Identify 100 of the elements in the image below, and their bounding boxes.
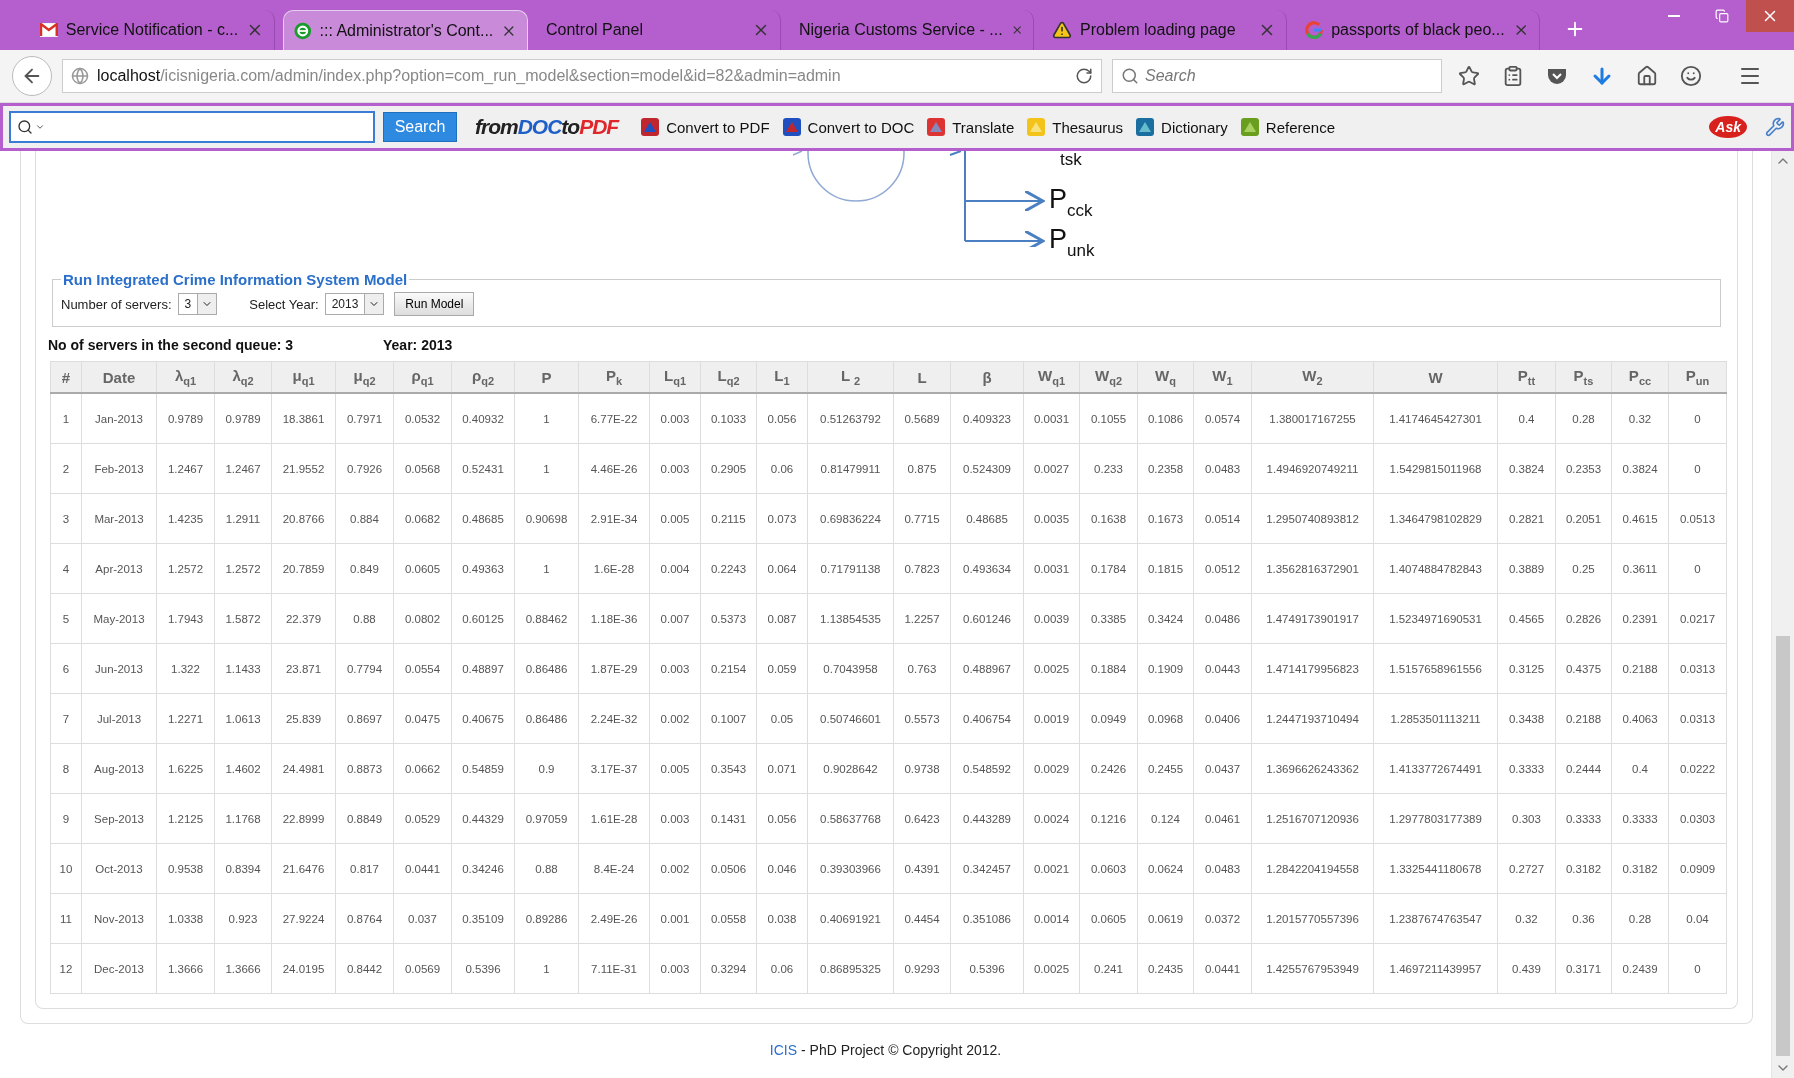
- toolbar-item[interactable]: Thesaurus: [1024, 117, 1126, 137]
- table-cell: 0.4615: [1611, 493, 1669, 544]
- brand-logo[interactable]: fromDOCtoPDF: [475, 115, 619, 139]
- table-cell: 0.875: [893, 443, 951, 494]
- table-cell: 0.7794: [335, 643, 394, 694]
- table-cell: 0.40675: [451, 693, 515, 744]
- table-cell: 0.003: [649, 443, 701, 494]
- run-model-button[interactable]: Run Model: [394, 292, 475, 316]
- toolbar-app-icon: [1026, 117, 1047, 137]
- table-cell: 0.8849: [335, 793, 394, 844]
- table-cell: 0.3824: [1611, 443, 1669, 494]
- table-cell: 3: [50, 493, 82, 544]
- table-cell: 0.1784: [1079, 543, 1138, 594]
- table-cell: 1.2911: [214, 493, 272, 544]
- table-cell: 7.11E-31: [578, 943, 650, 994]
- table-cell: 0.005: [649, 493, 701, 544]
- table-cell: 0.524309: [950, 443, 1024, 494]
- table-cell: 1.3562816372901: [1251, 543, 1374, 594]
- toolbar-search-field[interactable]: [9, 111, 375, 143]
- toolbar-item[interactable]: Convert to PDF: [638, 117, 772, 137]
- column-header: P$_{ts}$: [1555, 361, 1612, 393]
- warning-icon: [1052, 20, 1072, 40]
- table-cell: 0.0802: [393, 593, 452, 644]
- table-cell: 1.4174645427301: [1373, 393, 1498, 444]
- table-cell: 0.046: [756, 843, 808, 894]
- table-cell: 0.48685: [950, 493, 1024, 544]
- table-cell: 1.2387674763547: [1373, 893, 1498, 944]
- summary-text: No of servers in the second queue: 3: [48, 337, 295, 353]
- envelope-icon: [40, 23, 58, 37]
- column-header: W$_{q1}$: [1023, 361, 1080, 393]
- table-cell: 23.871: [271, 643, 336, 694]
- table-cell: 0.9789: [156, 393, 215, 444]
- table-cell: 0.2821: [1497, 493, 1556, 544]
- column-header: β: [950, 361, 1024, 393]
- toolbar-item[interactable]: Dictionary: [1133, 117, 1230, 137]
- table-cell: 0.2358: [1137, 443, 1194, 494]
- table-cell: 1.2015770557396: [1251, 893, 1374, 944]
- table-cell: 4.46E-26: [578, 443, 650, 494]
- year-select[interactable]: 2013: [324, 293, 385, 315]
- table-cell: 0.2115: [700, 493, 757, 544]
- table-cell: 2.91E-34: [578, 493, 650, 544]
- table-cell: 0.9028642: [807, 743, 894, 794]
- column-header: P$_{cc}$: [1611, 361, 1669, 393]
- close-window-button[interactable]: [1746, 0, 1794, 32]
- column-header: μ$_{q1}$: [271, 361, 336, 393]
- column-header: W$_{q}$: [1137, 361, 1194, 393]
- table-cell: 0: [1668, 443, 1727, 494]
- field-label: Select Year:: [249, 296, 319, 312]
- table-cell: 0.0568: [393, 443, 452, 494]
- table-cell: 0.0437: [1193, 743, 1252, 794]
- table-cell: 1.3696626243362: [1251, 743, 1374, 794]
- search-field[interactable]: Search: [1112, 59, 1442, 93]
- table-cell: 0.7823: [893, 543, 951, 594]
- table-cell: 0.1673: [1137, 493, 1194, 544]
- browser-tab[interactable]: ::: Administrator's Cont...: [283, 10, 528, 50]
- diagram-label: P$_{cck}$: [1049, 184, 1093, 221]
- toolbar-item[interactable]: Reference: [1237, 117, 1337, 137]
- table-cell: 0.007: [649, 593, 701, 644]
- toolbar-item[interactable]: Translate: [924, 117, 1017, 137]
- search-button[interactable]: Search: [383, 112, 457, 142]
- search-icon: [17, 119, 33, 135]
- table-cell: 21.6476: [271, 843, 336, 894]
- reload-icon[interactable]: [1075, 67, 1093, 85]
- column-header: L $_{2}$: [807, 361, 894, 393]
- table-cell: 1.2257: [893, 593, 951, 644]
- table-cell: 1.1433: [214, 643, 272, 694]
- table-cell: 8: [50, 743, 82, 794]
- table-cell: 0.0529: [393, 793, 452, 844]
- table-cell: 0.0406: [1193, 693, 1252, 744]
- servers-select[interactable]: 3: [177, 293, 218, 315]
- table-cell: 1.4697211439957: [1373, 943, 1498, 994]
- column-header: λ$_{q1}$: [156, 361, 215, 393]
- table-cell: 0.2727: [1497, 843, 1556, 894]
- toolbar-item[interactable]: Convert to DOC: [779, 117, 917, 137]
- table-cell: 0.9538: [156, 843, 215, 894]
- table-cell: 0.0624: [1137, 843, 1194, 894]
- table-cell: 12: [50, 943, 82, 994]
- table-cell: 0.50746601: [807, 693, 894, 744]
- field-label: Number of servers:: [61, 296, 172, 312]
- table-cell: 1.3666: [214, 943, 272, 994]
- brand-logo[interactable]: Ask: [1709, 116, 1747, 138]
- column-header: W$_{2}$: [1251, 361, 1374, 393]
- footer-link[interactable]: ICIS: [769, 1042, 797, 1058]
- table-cell: 0.8697: [335, 693, 394, 744]
- table-cell: 0.817: [335, 843, 394, 894]
- table-cell: 0.2188: [1555, 693, 1612, 744]
- table-cell: 0.52431: [451, 443, 515, 494]
- table-cell: 0.003: [649, 643, 701, 694]
- table-cell: 0.0372: [1193, 893, 1252, 944]
- table-cell: 0: [1668, 943, 1727, 994]
- tools-icon[interactable]: [1765, 117, 1785, 137]
- address-field[interactable]: localhost/icisnigeria.com/admin/index.php?option=com_run_model&section=model&id=82&admin=admin: [62, 59, 1102, 93]
- table-cell: 0.003: [649, 793, 701, 844]
- table-cell: 0.51263792: [807, 393, 894, 444]
- table-cell: 0.2353: [1555, 443, 1612, 494]
- back-button[interactable]: [12, 56, 52, 96]
- table-cell: 0.88: [335, 593, 394, 644]
- table-cell: 0.48897: [451, 643, 515, 694]
- table-cell: 0.39303966: [807, 843, 894, 894]
- scrollbar-thumb[interactable]: [1776, 636, 1790, 1056]
